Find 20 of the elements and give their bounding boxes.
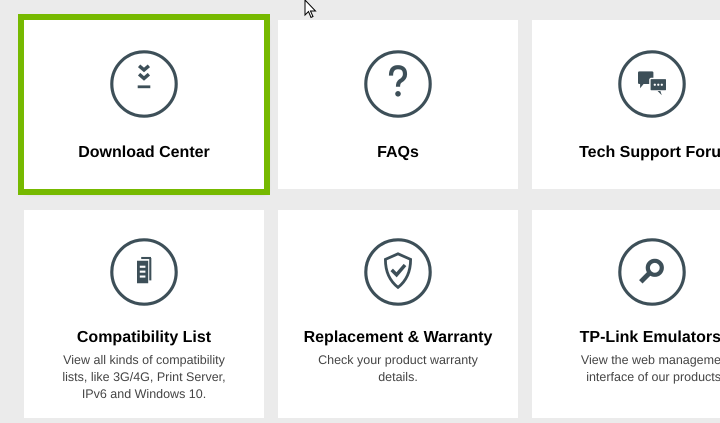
card-title: Tech Support Foru [579,143,720,163]
cursor-icon [304,0,317,19]
document-icon [109,237,179,307]
support-card[interactable]: Download Center [24,20,264,189]
card-title: FAQs [377,143,419,163]
shield-check-icon [363,237,433,307]
card-title: Download Center [78,143,210,163]
card-title: Replacement & Warranty [304,328,492,348]
support-card[interactable]: Compatibility List View all kinds of compatibility lists, like 3G/4G, Print Server, IPv6 and Windows 10. [24,210,264,418]
question-icon [363,49,433,119]
support-card[interactable]: Tech Support Foru [532,20,720,189]
chat-bubbles-icon [617,49,687,119]
support-card[interactable]: FAQs [278,20,518,189]
card-title: TP-Link Emulators [580,328,720,348]
card-description: Check your product warranty details. [317,352,479,386]
card-title: Compatibility List [76,328,212,348]
download-icon [109,49,179,119]
magnifier-icon [617,237,687,307]
support-card[interactable]: Replacement & Warranty Check your product warranty details. [278,210,518,418]
card-description: View all kinds of compatibility lists, like 3G/4G, Print Server, IPv6 and Windows 10. [61,352,227,403]
